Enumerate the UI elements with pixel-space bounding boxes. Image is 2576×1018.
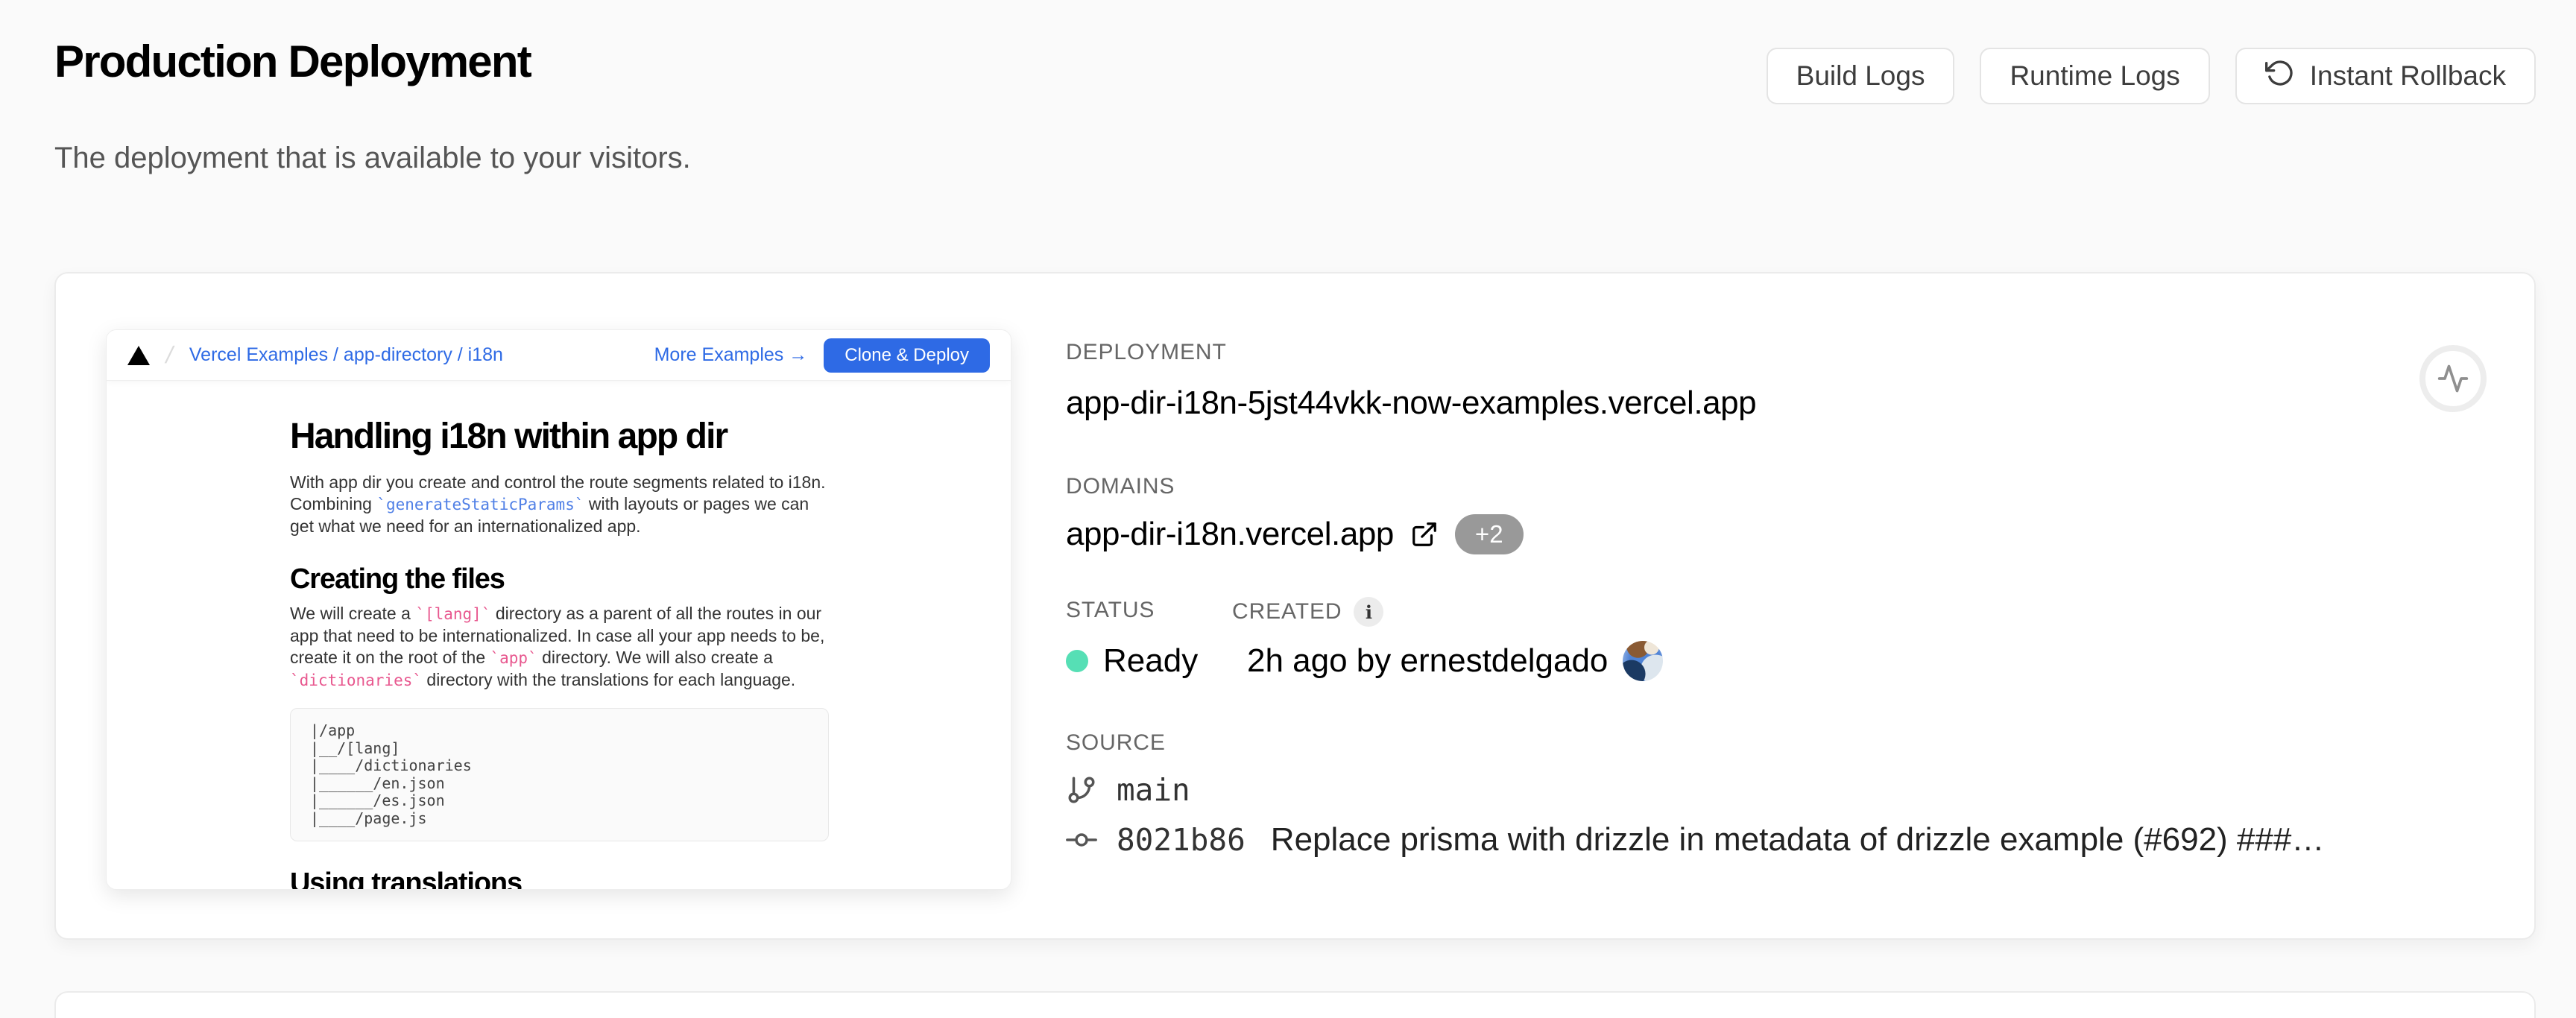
deployment-details: DEPLOYMENT app-dir-i18n-5jst44vkk-now-ex… [1066, 339, 2378, 861]
preview-breadcrumb-link[interactable]: Vercel Examples / app-directory / i18n [189, 344, 503, 366]
preview-section-heading-using: Using translations [290, 867, 829, 889]
code-line: |____/dictionaries [310, 757, 809, 775]
clone-deploy-button[interactable]: Clone & Deploy [824, 338, 990, 373]
runtime-logs-button[interactable]: Runtime Logs [1980, 48, 2209, 104]
branch-name: main [1117, 772, 1190, 808]
production-deployment-card: / Vercel Examples / app-directory / i18n… [54, 272, 2536, 940]
deployment-url[interactable]: app-dir-i18n-5jst44vkk-now-examples.verc… [1066, 382, 2378, 424]
page-header: Production Deployment The deployment tha… [54, 0, 2536, 224]
created-section-label: CREATED [1232, 598, 1342, 625]
created-section-label-row: CREATED i [1232, 597, 1383, 627]
breadcrumb-separator: / [163, 341, 176, 369]
git-commit-icon [1066, 824, 1097, 856]
page-title: Production Deployment [54, 36, 531, 87]
status-value-cell: Ready [1066, 640, 1232, 682]
deployment-activity-button[interactable] [2419, 345, 2487, 412]
commit-message: Replace prisma with drizzle in metadata … [1271, 821, 2325, 859]
build-logs-button[interactable]: Build Logs [1767, 48, 1955, 104]
preview-paragraph: With app dir you create and control the … [290, 472, 829, 537]
extra-domains-badge[interactable]: +2 [1455, 514, 1524, 554]
code-line: |/app [310, 722, 809, 740]
inline-code: `dictionaries` [290, 671, 422, 689]
code-line: |______/en.json [310, 775, 809, 793]
creator-avatar[interactable] [1623, 641, 1663, 681]
inline-code: `generateStaticParams` [376, 496, 584, 513]
preview-code-block: |/app|__/[lang]|____/dictionaries|______… [290, 708, 829, 841]
ready-status-dot-icon [1066, 650, 1088, 672]
preview-section-heading-creating: Creating the files [290, 563, 829, 595]
activity-pulse-icon [2437, 362, 2469, 395]
status-value: Ready [1103, 642, 1198, 680]
rotate-ccw-icon [2265, 58, 2295, 95]
next-section-card [54, 991, 2536, 1018]
git-branch-icon [1066, 774, 1097, 806]
inline-code: `[lang]` [415, 605, 490, 623]
created-value: 2h ago by ernestdelgado [1247, 642, 1608, 680]
source-commit-row[interactable]: 8021b86 Replace prisma with drizzle in m… [1066, 819, 2378, 861]
domains-section-label: DOMAINS [1066, 473, 2378, 500]
code-line: |______/es.json [310, 792, 809, 810]
commit-hash: 8021b86 [1117, 822, 1246, 858]
code-line: |__/[lang] [310, 740, 809, 758]
more-examples-link[interactable]: More Examples → [654, 344, 808, 366]
code-line: |____/page.js [310, 810, 809, 828]
page-subtitle: The deployment that is available to your… [54, 142, 691, 175]
preview-article-title: Handling i18n within app dir [290, 417, 829, 457]
source-section-label: SOURCE [1066, 730, 2378, 756]
instant-rollback-button[interactable]: Instant Rollback [2235, 48, 2536, 104]
header-actions: Build Logs Runtime Logs Instant Rollback [1767, 48, 2536, 104]
domain-row: app-dir-i18n.vercel.app +2 [1066, 513, 2378, 555]
deployment-section-label: DEPLOYMENT [1066, 339, 2378, 366]
source-branch-row[interactable]: main [1066, 771, 2378, 809]
preview-page-body: Handling i18n within app dir With app di… [107, 381, 1011, 889]
inline-code: `app` [490, 649, 537, 667]
preview-article: Handling i18n within app dir With app di… [107, 381, 1011, 889]
deployment-preview[interactable]: / Vercel Examples / app-directory / i18n… [106, 329, 1011, 890]
preview-paragraph: We will create a `[lang]` directory as a… [290, 603, 829, 692]
status-created-labels: STATUS CREATED i [1066, 597, 2378, 627]
preview-site-header: / Vercel Examples / app-directory / i18n… [107, 330, 1011, 381]
info-icon[interactable]: i [1354, 597, 1383, 627]
status-created-values: Ready 2h ago by ernestdelgado [1066, 640, 2378, 682]
vercel-triangle-logo [127, 346, 150, 365]
instant-rollback-label: Instant Rollback [2310, 60, 2506, 92]
status-section-label: STATUS [1066, 597, 1232, 627]
external-link-icon[interactable] [1410, 520, 1439, 548]
primary-domain-link[interactable]: app-dir-i18n.vercel.app [1066, 516, 1394, 553]
